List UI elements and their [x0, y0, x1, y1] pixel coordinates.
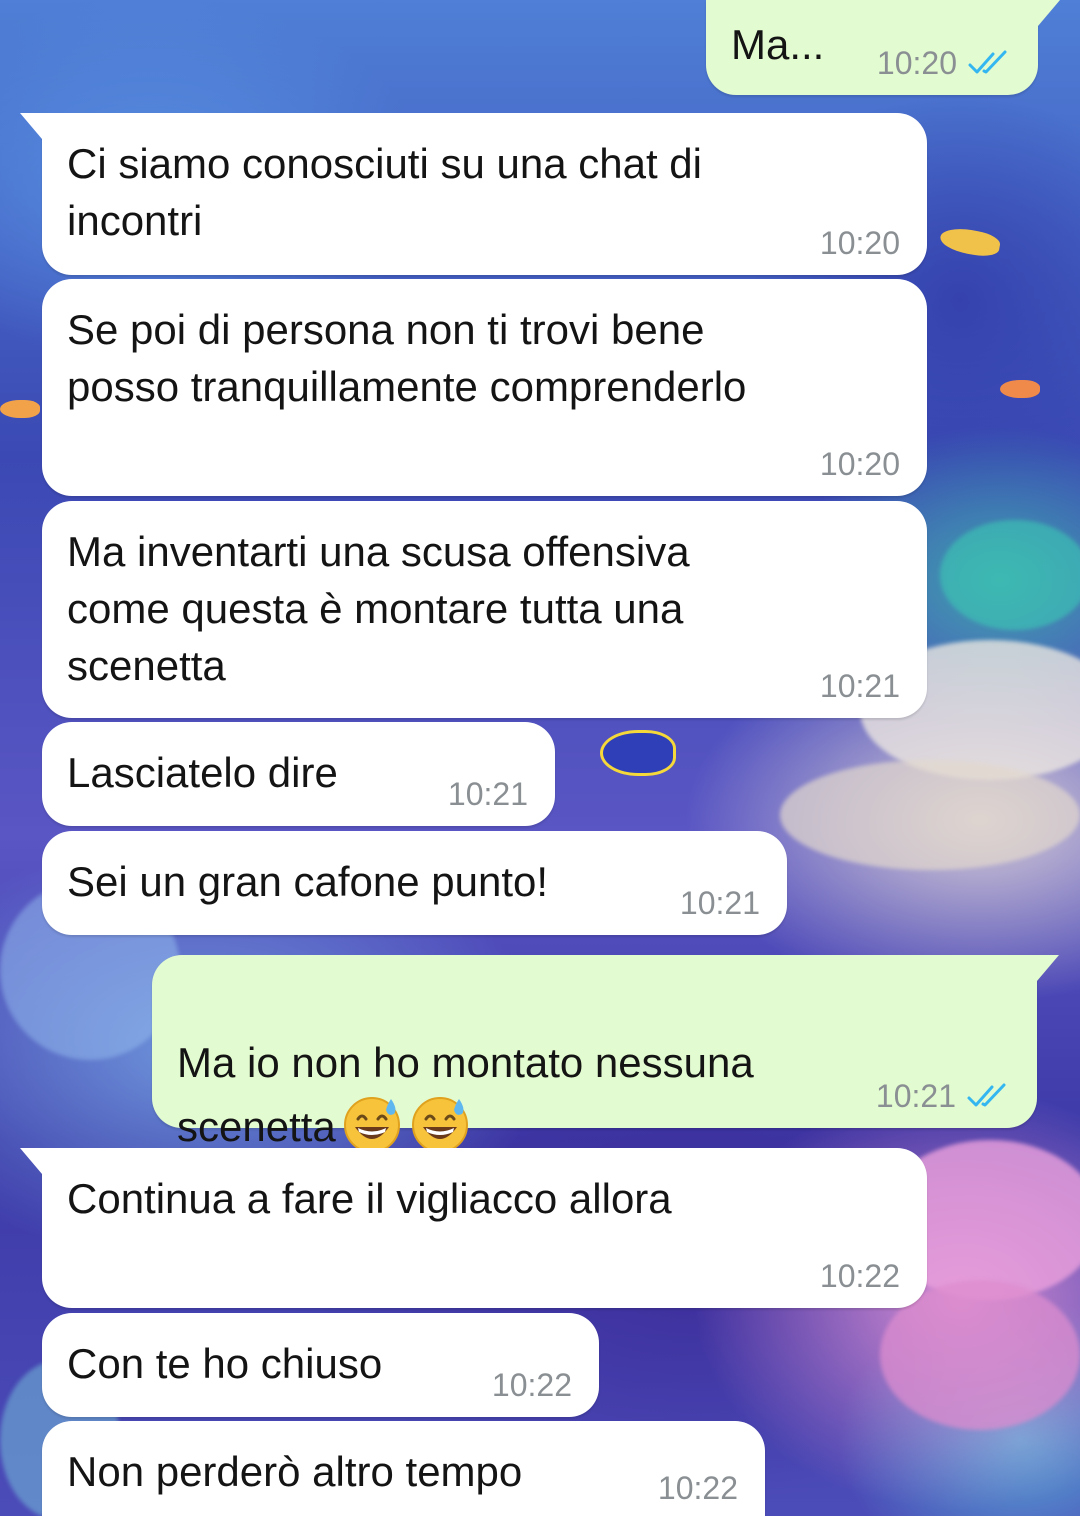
grinning-face-with-sweat-emoji: [411, 1097, 468, 1153]
message-meta: 10:21: [448, 776, 528, 812]
incoming-message[interactable]: Se poi di persona non ti trovi bene poss…: [42, 279, 927, 496]
chat-conversation[interactable]: Ma... 10:20 Ci siamo conosciuti su una c…: [0, 0, 1080, 1516]
message-timestamp: 10:22: [657, 1470, 738, 1506]
incoming-message[interactable]: Con te ho chiuso 10:22: [42, 1313, 599, 1417]
message-text: Se poi di persona non ti trovi bene poss…: [67, 306, 747, 410]
message-meta: 10:20: [820, 446, 900, 482]
message-meta: 10:20: [877, 45, 1011, 81]
message-timestamp: 10:22: [491, 1367, 572, 1403]
message-meta: 10:22: [820, 1258, 900, 1294]
message-text: Non perderò altro tempo: [67, 1448, 523, 1495]
double-check-icon: [968, 50, 1007, 74]
incoming-message[interactable]: Lasciatelo dire 10:21: [42, 722, 555, 826]
incoming-message[interactable]: Ma inventarti una scusa offensiva come q…: [42, 501, 927, 718]
message-meta: 10:22: [492, 1367, 572, 1403]
incoming-message[interactable]: Ci siamo conosciuti su una chat di incon…: [20, 113, 927, 275]
message-text: Continua a fare il vigliacco allora: [67, 1175, 672, 1222]
message-text: Con te ho chiuso: [67, 1340, 383, 1387]
message-meta: 10:22: [658, 1470, 738, 1506]
incoming-message[interactable]: Continua a fare il vigliacco allora 10:2…: [20, 1148, 927, 1308]
message-timestamp: 10:21: [679, 885, 760, 921]
message-text: Ma...: [731, 21, 825, 68]
message-meta: 10:21: [680, 885, 760, 921]
message-timestamp: 10:20: [819, 225, 900, 261]
outgoing-message[interactable]: Ma... 10:20: [706, 0, 1060, 95]
message-text: Ma io non ho montato nessuna scenetta: [177, 977, 754, 1155]
message-timestamp: 10:21: [447, 776, 528, 812]
message-meta: 10:21: [876, 1078, 1010, 1114]
message-timestamp: 10:20: [819, 446, 900, 482]
message-timestamp: 10:21: [875, 1078, 956, 1114]
double-check-icon: [967, 1083, 1006, 1107]
message-timestamp: 10:22: [819, 1258, 900, 1294]
grinning-face-with-sweat-emoji: [343, 1097, 400, 1153]
message-text: Sei un gran cafone punto!: [67, 858, 549, 905]
outgoing-message[interactable]: Ma io non ho montato nessuna scenetta 10…: [152, 955, 1059, 1153]
incoming-message[interactable]: Sei un gran cafone punto! 10:21: [42, 831, 787, 935]
message-text: Ma inventarti una scusa offensiva come q…: [67, 528, 690, 689]
message-timestamp: 10:20: [876, 45, 957, 81]
message-text: Ci siamo conosciuti su una chat di incon…: [67, 140, 702, 244]
message-text: Lasciatelo dire: [67, 749, 338, 796]
message-meta: 10:20: [820, 225, 900, 261]
message-timestamp: 10:21: [819, 668, 900, 704]
incoming-message[interactable]: Non perderò altro tempo 10:22: [42, 1421, 765, 1516]
message-meta: 10:21: [820, 668, 900, 704]
